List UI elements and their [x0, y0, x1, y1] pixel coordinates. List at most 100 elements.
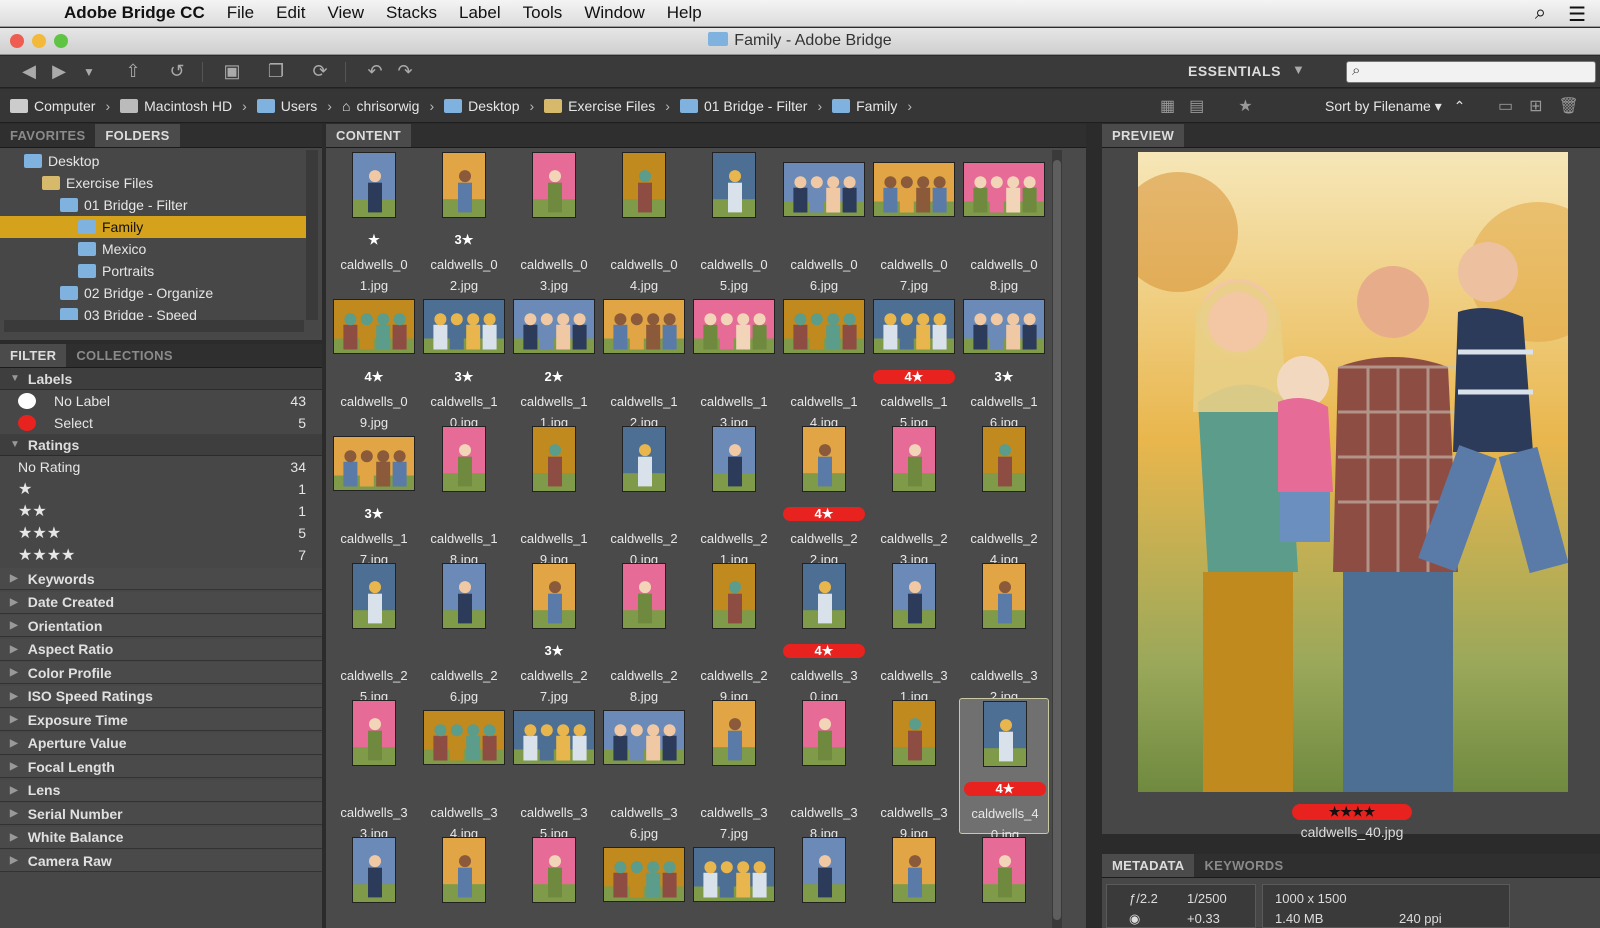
- refine-icon[interactable]: ❐: [261, 61, 291, 82]
- tab-folders[interactable]: FOLDERS: [95, 124, 180, 147]
- rating-stars[interactable]: 3★: [959, 369, 1049, 385]
- thumbnail-item[interactable]: [599, 835, 689, 928]
- folder-tree-item[interactable]: Mexico: [0, 238, 308, 260]
- menu-tools[interactable]: Tools: [523, 3, 563, 23]
- disclosure-triangle-icon[interactable]: ▼: [10, 373, 20, 384]
- thumbnail-item[interactable]: 3★ caldwells_2 7.jpg: [509, 561, 599, 704]
- thumbnail-item[interactable]: caldwells_3 3.jpg: [329, 698, 419, 841]
- rating-stars[interactable]: 2★: [509, 369, 599, 385]
- go-up-icon[interactable]: ⇧: [118, 61, 148, 82]
- filter-category[interactable]: ▶ Focal Length: [0, 756, 322, 778]
- tab-content[interactable]: CONTENT: [326, 124, 411, 147]
- rating-select-badge[interactable]: 4★: [964, 782, 1046, 796]
- thumbnail-item[interactable]: 3★ caldwells_1 6.jpg: [959, 287, 1049, 430]
- filter-rating-star-icon[interactable]: ★: [1238, 96, 1252, 116]
- tab-filter[interactable]: FILTER: [0, 344, 67, 367]
- filter-category[interactable]: ▶ Orientation: [0, 615, 322, 637]
- content-scroll-thumb[interactable]: [1053, 160, 1061, 920]
- rating-stars[interactable]: 3★: [419, 232, 509, 248]
- menu-file[interactable]: File: [227, 3, 254, 23]
- content-scrollbar[interactable]: [1052, 150, 1062, 928]
- folder-tree-item[interactable]: Desktop: [0, 150, 308, 172]
- notification-list-icon[interactable]: ☰: [1568, 2, 1586, 27]
- recent-dropdown-icon[interactable]: ▼: [74, 65, 104, 79]
- thumbnail-item[interactable]: 3★ caldwells_0 2.jpg: [419, 150, 509, 293]
- thumbnail-item[interactable]: caldwells_1 8.jpg: [419, 424, 509, 567]
- thumbnail-item[interactable]: caldwells_1 4.jpg: [779, 287, 869, 430]
- rating-select-badge[interactable]: 4★: [783, 507, 865, 521]
- thumbnail-item[interactable]: caldwells_3 7.jpg: [689, 698, 779, 841]
- breadcrumb-exercise-files[interactable]: Exercise Files ›: [544, 98, 670, 114]
- thumbnail-item[interactable]: caldwells_2 3.jpg: [869, 424, 959, 567]
- rating-stars[interactable]: ★: [329, 232, 419, 248]
- folder-tree-scrollbar[interactable]: [306, 150, 318, 320]
- thumbnail-item[interactable]: 3★ caldwells_1 7.jpg: [329, 424, 419, 567]
- thumbnail-item[interactable]: caldwells_1 3.jpg: [689, 287, 779, 430]
- disclosure-triangle-icon[interactable]: ▶: [10, 738, 18, 749]
- breadcrumb-chrisorwig[interactable]: ⌂ chrisorwig ›: [342, 98, 434, 114]
- thumbnail-item[interactable]: caldwells_2 8.jpg: [599, 561, 689, 704]
- thumbnail-item[interactable]: caldwells_3 2.jpg: [959, 561, 1049, 704]
- filter-row[interactable]: ★★ 1: [0, 500, 322, 522]
- app-menu[interactable]: Adobe Bridge CC: [64, 3, 205, 23]
- thumbnail-item[interactable]: caldwells_1 9.jpg: [509, 424, 599, 567]
- thumbnail-item[interactable]: 4★ caldwells_3 0.jpg: [779, 561, 869, 704]
- thumbnail-item[interactable]: caldwells_3 9.jpg: [869, 698, 959, 841]
- search-input[interactable]: [1346, 61, 1596, 83]
- thumbnail-item[interactable]: caldwells_3 4.jpg: [419, 698, 509, 841]
- filter-row[interactable]: ★★★★ 7: [0, 544, 322, 566]
- folder-tree-item[interactable]: 01 Bridge - Filter: [0, 194, 308, 216]
- tab-preview[interactable]: PREVIEW: [1102, 124, 1185, 147]
- breadcrumb-family[interactable]: Family ›: [832, 98, 912, 114]
- thumbnail-item[interactable]: caldwells_0 6.jpg: [779, 150, 869, 293]
- folder-tree-item[interactable]: 02 Bridge - Organize: [0, 282, 308, 304]
- disclosure-triangle-icon[interactable]: ▶: [10, 691, 18, 702]
- tab-metadata[interactable]: METADATA: [1102, 854, 1195, 877]
- thumbnail-item[interactable]: [329, 835, 419, 928]
- filter-category[interactable]: ▶ Keywords: [0, 568, 322, 590]
- new-folder-icon[interactable]: ⊞: [1529, 96, 1542, 116]
- tab-collections[interactable]: COLLECTIONS: [66, 344, 182, 367]
- disclosure-triangle-icon[interactable]: ▶: [10, 644, 18, 655]
- filter-row[interactable]: ★★★ 5: [0, 522, 322, 544]
- thumbnail-item[interactable]: caldwells_0 8.jpg: [959, 150, 1049, 293]
- menu-label[interactable]: Label: [459, 3, 501, 23]
- quality-dropdown-icon[interactable]: ▤: [1189, 96, 1204, 116]
- filter-row[interactable]: No Label 43: [0, 390, 322, 412]
- disclosure-triangle-icon[interactable]: ▶: [10, 620, 18, 631]
- thumbnail-item[interactable]: caldwells_2 5.jpg: [329, 561, 419, 704]
- thumbnail-item[interactable]: caldwells_2 4.jpg: [959, 424, 1049, 567]
- camera-download-icon[interactable]: ▣: [217, 61, 247, 82]
- thumbnail-item[interactable]: caldwells_0 5.jpg: [689, 150, 779, 293]
- thumbnail-item[interactable]: 4★ caldwells_1 5.jpg: [869, 287, 959, 430]
- filter-category[interactable]: ▶ Date Created: [0, 591, 322, 614]
- undo-icon[interactable]: ↶: [360, 61, 390, 82]
- folder-tree-item[interactable]: Family: [0, 216, 308, 238]
- thumbnail-item[interactable]: [869, 835, 959, 928]
- thumbnail-item[interactable]: caldwells_3 1.jpg: [869, 561, 959, 704]
- disclosure-triangle-icon[interactable]: ▶: [10, 761, 18, 772]
- rotate-icon[interactable]: ⟳: [305, 61, 335, 82]
- breadcrumb-desktop[interactable]: Desktop ›: [444, 98, 534, 114]
- back-arrow-icon[interactable]: ◀: [14, 61, 44, 82]
- filter-category[interactable]: ▶ Exposure Time: [0, 709, 322, 731]
- thumbnail-item[interactable]: caldwells_2 9.jpg: [689, 561, 779, 704]
- rating-stars[interactable]: 3★: [329, 506, 419, 522]
- trash-icon[interactable]: 🗑: [1559, 96, 1579, 116]
- folder-tree-item[interactable]: Portraits: [0, 260, 308, 282]
- rating-stars[interactable]: 3★: [419, 369, 509, 385]
- filter-section-header[interactable]: ▼ Ratings: [0, 434, 322, 456]
- thumbnail-item[interactable]: caldwells_3 8.jpg: [779, 698, 869, 841]
- disclosure-triangle-icon[interactable]: ▶: [10, 855, 18, 866]
- filter-row[interactable]: ★ 1: [0, 478, 322, 500]
- thumbnail-item[interactable]: [419, 835, 509, 928]
- rating-select-badge[interactable]: 4★: [783, 644, 865, 658]
- thumbnail-item[interactable]: [779, 835, 869, 928]
- disclosure-triangle-icon[interactable]: ▶: [10, 573, 18, 584]
- rating-stars[interactable]: 3★: [509, 643, 599, 659]
- disclosure-triangle-icon[interactable]: ▶: [10, 785, 18, 796]
- thumbnail-item[interactable]: [689, 835, 779, 928]
- redo-icon[interactable]: ↷: [390, 61, 420, 82]
- thumbnail-item[interactable]: 4★ caldwells_2 2.jpg: [779, 424, 869, 567]
- forward-arrow-icon[interactable]: ▶: [44, 61, 74, 82]
